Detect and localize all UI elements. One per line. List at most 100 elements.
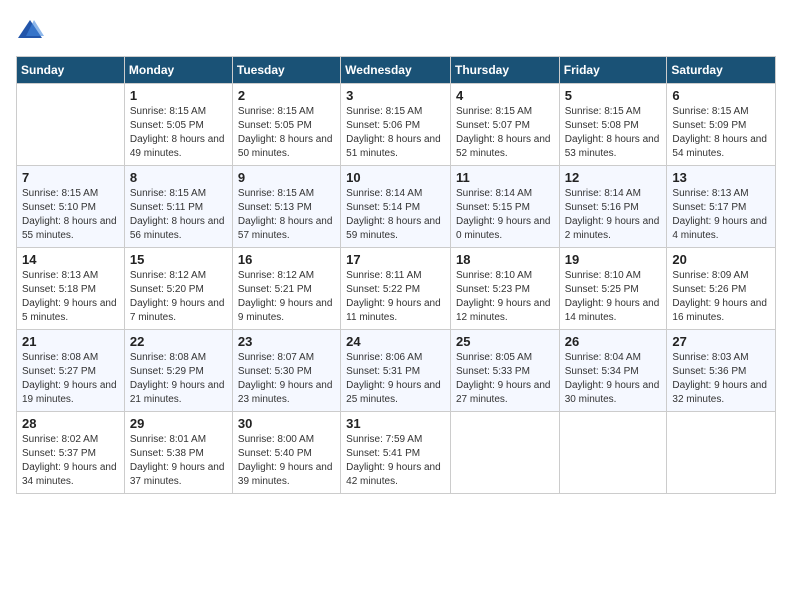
- calendar-week-row: 1 Sunrise: 8:15 AMSunset: 5:05 PMDaylight…: [17, 84, 776, 166]
- day-info: Sunrise: 8:15 AMSunset: 5:05 PMDaylight:…: [130, 105, 227, 161]
- calendar-cell: 20 Sunrise: 8:09 AMSunset: 5:26 PMDayligh…: [667, 248, 776, 330]
- day-number: 23: [238, 334, 335, 349]
- calendar-cell: 1 Sunrise: 8:15 AMSunset: 5:05 PMDaylight…: [124, 84, 232, 166]
- calendar-header-row: SundayMondayTuesdayWednesdayThursdayFrid…: [17, 57, 776, 84]
- day-info: Sunrise: 8:12 AMSunset: 5:20 PMDaylight:…: [130, 269, 227, 325]
- page-header: [16, 16, 776, 44]
- calendar-cell: 18 Sunrise: 8:10 AMSunset: 5:23 PMDayligh…: [450, 248, 559, 330]
- day-number: 10: [346, 170, 445, 185]
- day-info: Sunrise: 8:12 AMSunset: 5:21 PMDaylight:…: [238, 269, 335, 325]
- day-info: Sunrise: 8:08 AMSunset: 5:29 PMDaylight:…: [130, 351, 227, 407]
- day-number: 1: [130, 88, 227, 103]
- day-info: Sunrise: 8:15 AMSunset: 5:10 PMDaylight:…: [22, 187, 119, 243]
- calendar-cell: 8 Sunrise: 8:15 AMSunset: 5:11 PMDaylight…: [124, 166, 232, 248]
- day-info: Sunrise: 8:14 AMSunset: 5:16 PMDaylight:…: [565, 187, 662, 243]
- day-number: 25: [456, 334, 554, 349]
- day-number: 6: [672, 88, 770, 103]
- weekday-header-friday: Friday: [559, 57, 667, 84]
- day-info: Sunrise: 7:59 AMSunset: 5:41 PMDaylight:…: [346, 433, 445, 489]
- calendar-cell: 28 Sunrise: 8:02 AMSunset: 5:37 PMDayligh…: [17, 412, 125, 494]
- day-number: 13: [672, 170, 770, 185]
- day-info: Sunrise: 8:02 AMSunset: 5:37 PMDaylight:…: [22, 433, 119, 489]
- day-number: 16: [238, 252, 335, 267]
- day-info: Sunrise: 8:13 AMSunset: 5:17 PMDaylight:…: [672, 187, 770, 243]
- calendar-cell: 16 Sunrise: 8:12 AMSunset: 5:21 PMDayligh…: [232, 248, 340, 330]
- day-info: Sunrise: 8:07 AMSunset: 5:30 PMDaylight:…: [238, 351, 335, 407]
- day-number: 2: [238, 88, 335, 103]
- calendar-table: SundayMondayTuesdayWednesdayThursdayFrid…: [16, 56, 776, 494]
- day-number: 8: [130, 170, 227, 185]
- calendar-cell: 23 Sunrise: 8:07 AMSunset: 5:30 PMDayligh…: [232, 330, 340, 412]
- day-info: Sunrise: 8:14 AMSunset: 5:15 PMDaylight:…: [456, 187, 554, 243]
- day-number: 3: [346, 88, 445, 103]
- day-number: 11: [456, 170, 554, 185]
- calendar-cell: 29Sunrise: 8:01 AMSunset: 5:38 PMDayligh…: [124, 412, 232, 494]
- calendar-cell: 13 Sunrise: 8:13 AMSunset: 5:17 PMDayligh…: [667, 166, 776, 248]
- calendar-cell: 2 Sunrise: 8:15 AMSunset: 5:05 PMDaylight…: [232, 84, 340, 166]
- calendar-cell: 22 Sunrise: 8:08 AMSunset: 5:29 PMDayligh…: [124, 330, 232, 412]
- day-number: 30: [238, 416, 335, 431]
- day-info: Sunrise: 8:05 AMSunset: 5:33 PMDaylight:…: [456, 351, 554, 407]
- day-number: 26: [565, 334, 662, 349]
- day-info: Sunrise: 8:15 AMSunset: 5:13 PMDaylight:…: [238, 187, 335, 243]
- calendar-cell: [559, 412, 667, 494]
- day-number: 31: [346, 416, 445, 431]
- logo-icon: [16, 16, 44, 44]
- day-number: 4: [456, 88, 554, 103]
- weekday-header-monday: Monday: [124, 57, 232, 84]
- day-info: Sunrise: 8:04 AMSunset: 5:34 PMDaylight:…: [565, 351, 662, 407]
- calendar-cell: 9 Sunrise: 8:15 AMSunset: 5:13 PMDaylight…: [232, 166, 340, 248]
- day-info: Sunrise: 8:06 AMSunset: 5:31 PMDaylight:…: [346, 351, 445, 407]
- day-info: Sunrise: 8:14 AMSunset: 5:14 PMDaylight:…: [346, 187, 445, 243]
- calendar-cell: [17, 84, 125, 166]
- day-number: 18: [456, 252, 554, 267]
- calendar-cell: 4Sunrise: 8:15 AMSunset: 5:07 PMDaylight…: [450, 84, 559, 166]
- calendar-cell: 12 Sunrise: 8:14 AMSunset: 5:16 PMDayligh…: [559, 166, 667, 248]
- weekday-header-saturday: Saturday: [667, 57, 776, 84]
- day-number: 22: [130, 334, 227, 349]
- calendar-week-row: 14 Sunrise: 8:13 AMSunset: 5:18 PMDayligh…: [17, 248, 776, 330]
- day-info: Sunrise: 8:15 AMSunset: 5:11 PMDaylight:…: [130, 187, 227, 243]
- day-number: 21: [22, 334, 119, 349]
- day-info: Sunrise: 8:15 AMSunset: 5:08 PMDaylight:…: [565, 105, 662, 161]
- calendar-cell: 31 Sunrise: 7:59 AMSunset: 5:41 PMDayligh…: [341, 412, 451, 494]
- day-number: 24: [346, 334, 445, 349]
- logo: [16, 16, 48, 44]
- day-number: 17: [346, 252, 445, 267]
- calendar-week-row: 21Sunrise: 8:08 AMSunset: 5:27 PMDayligh…: [17, 330, 776, 412]
- weekday-header-sunday: Sunday: [17, 57, 125, 84]
- calendar-cell: [450, 412, 559, 494]
- calendar-cell: 17 Sunrise: 8:11 AMSunset: 5:22 PMDayligh…: [341, 248, 451, 330]
- calendar-cell: 15 Sunrise: 8:12 AMSunset: 5:20 PMDayligh…: [124, 248, 232, 330]
- calendar-cell: 14 Sunrise: 8:13 AMSunset: 5:18 PMDayligh…: [17, 248, 125, 330]
- calendar-cell: 10 Sunrise: 8:14 AMSunset: 5:14 PMDayligh…: [341, 166, 451, 248]
- day-info: Sunrise: 8:09 AMSunset: 5:26 PMDaylight:…: [672, 269, 770, 325]
- day-number: 5: [565, 88, 662, 103]
- calendar-cell: 24 Sunrise: 8:06 AMSunset: 5:31 PMDayligh…: [341, 330, 451, 412]
- day-number: 28: [22, 416, 119, 431]
- day-info: Sunrise: 8:10 AMSunset: 5:25 PMDaylight:…: [565, 269, 662, 325]
- calendar-cell: 27 Sunrise: 8:03 AMSunset: 5:36 PMDayligh…: [667, 330, 776, 412]
- day-info: Sunrise: 8:03 AMSunset: 5:36 PMDaylight:…: [672, 351, 770, 407]
- day-number: 12: [565, 170, 662, 185]
- day-info: Sunrise: 8:10 AMSunset: 5:23 PMDaylight:…: [456, 269, 554, 325]
- day-number: 20: [672, 252, 770, 267]
- day-info: Sunrise: 8:11 AMSunset: 5:22 PMDaylight:…: [346, 269, 445, 325]
- calendar-cell: 6Sunrise: 8:15 AMSunset: 5:09 PMDaylight…: [667, 84, 776, 166]
- day-info: Sunrise: 8:13 AMSunset: 5:18 PMDaylight:…: [22, 269, 119, 325]
- calendar-cell: 5 Sunrise: 8:15 AMSunset: 5:08 PMDaylight…: [559, 84, 667, 166]
- calendar-cell: 11 Sunrise: 8:14 AMSunset: 5:15 PMDayligh…: [450, 166, 559, 248]
- calendar-cell: 3Sunrise: 8:15 AMSunset: 5:06 PMDaylight…: [341, 84, 451, 166]
- calendar-cell: 21Sunrise: 8:08 AMSunset: 5:27 PMDayligh…: [17, 330, 125, 412]
- day-number: 9: [238, 170, 335, 185]
- day-number: 27: [672, 334, 770, 349]
- calendar-cell: 26 Sunrise: 8:04 AMSunset: 5:34 PMDayligh…: [559, 330, 667, 412]
- day-number: 14: [22, 252, 119, 267]
- calendar-cell: 19Sunrise: 8:10 AMSunset: 5:25 PMDayligh…: [559, 248, 667, 330]
- calendar-week-row: 7Sunrise: 8:15 AMSunset: 5:10 PMDaylight…: [17, 166, 776, 248]
- day-number: 15: [130, 252, 227, 267]
- day-info: Sunrise: 8:15 AMSunset: 5:05 PMDaylight:…: [238, 105, 335, 161]
- calendar-cell: 7Sunrise: 8:15 AMSunset: 5:10 PMDaylight…: [17, 166, 125, 248]
- day-info: Sunrise: 8:00 AMSunset: 5:40 PMDaylight:…: [238, 433, 335, 489]
- weekday-header-thursday: Thursday: [450, 57, 559, 84]
